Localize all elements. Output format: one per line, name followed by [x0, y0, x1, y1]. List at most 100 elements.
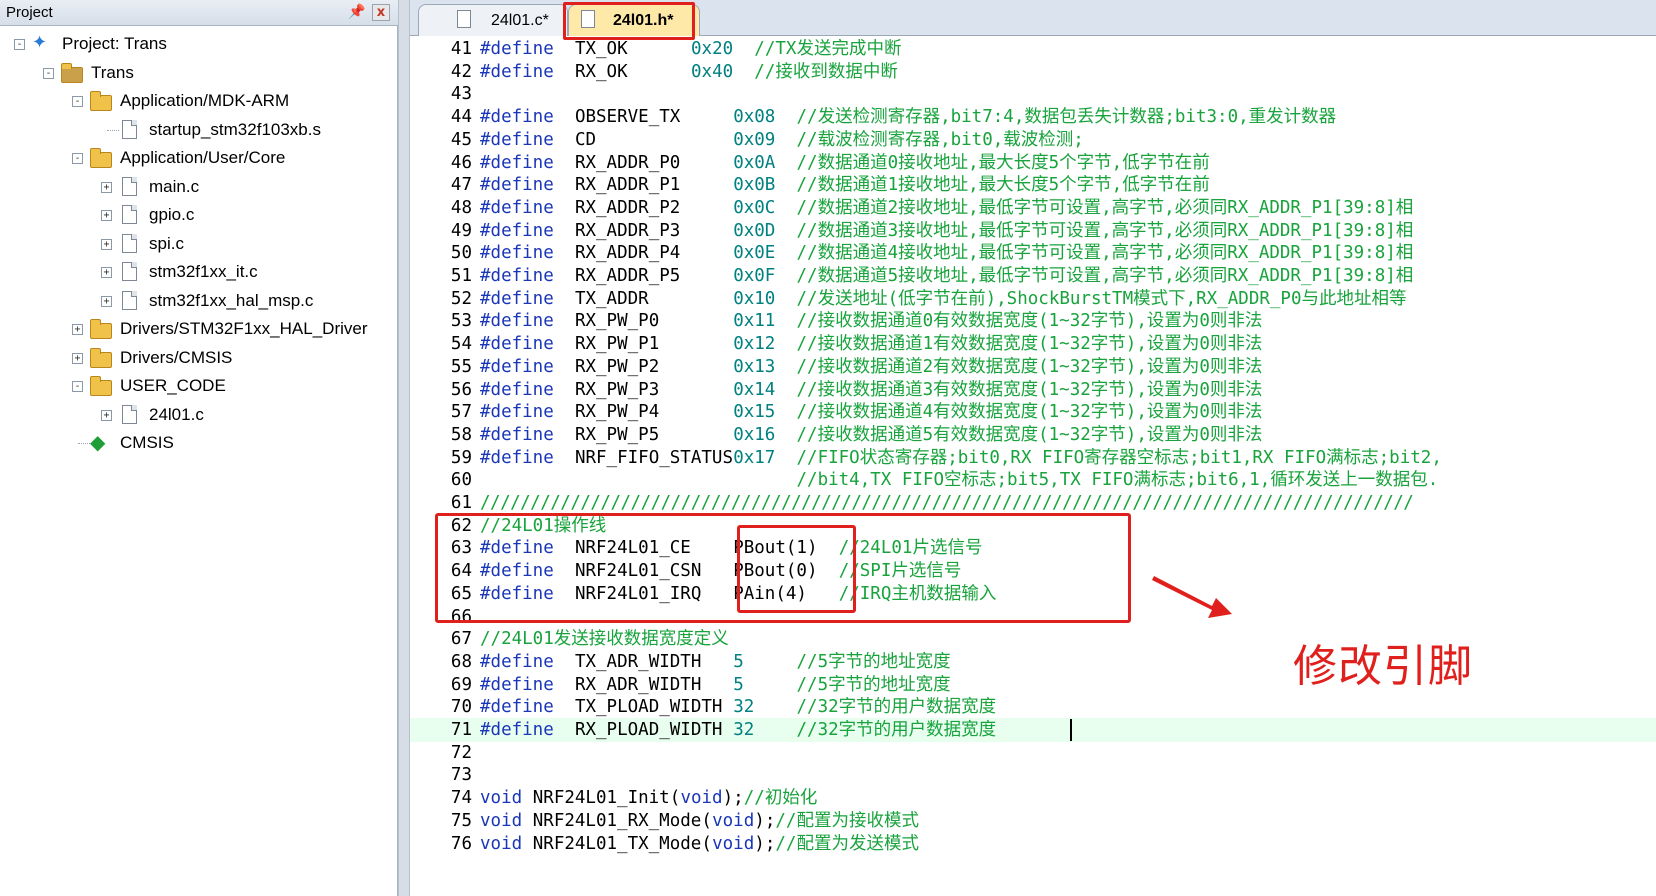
line-number: 45 [450, 129, 472, 150]
annotation-box-pin-values [737, 525, 856, 613]
code-token: RX_ADDR_P1 [574, 175, 681, 196]
collapse-toggle-icon[interactable]: - [43, 67, 54, 79]
tree-item[interactable]: - Application/MDK-ARM [0, 87, 398, 115]
expand-toggle-icon[interactable]: + [101, 181, 112, 193]
expand-toggle-icon[interactable]: + [101, 295, 112, 307]
code-line: 50 #define RX_ADDR_P4 0x0E //数据通道4接收地址,最低字节可… [410, 241, 1656, 265]
expand-toggle-icon[interactable]: + [72, 324, 83, 335]
tree-item[interactable]: + main.c [0, 173, 398, 201]
tree-item-label: stm32f1xx_it.c [149, 262, 258, 281]
tree-item[interactable]: + Drivers/CMSIS [0, 344, 398, 372]
code-token: #define [480, 447, 554, 468]
code-token: //接收数据通道5有效数据宽度(1~32字节),设置为0则非法 [796, 424, 1263, 445]
tree-item[interactable]: +24l01.c [0, 401, 398, 429]
code-token: RX_ADDR_P4 [574, 243, 681, 264]
code-token: 5 [733, 651, 744, 672]
code-line: 76 void NRF24L01_TX_Mode(void);//配置为发送模式 [410, 832, 1656, 856]
panel-splitter[interactable] [398, 0, 410, 896]
tree-item[interactable]: startup_stm32f103xb.s [0, 116, 398, 144]
collapse-toggle-icon[interactable]: - [72, 96, 83, 107]
tree-connector [107, 129, 119, 131]
folder-icon [90, 91, 112, 111]
code-line: 55 #define RX_PW_P2 0x13 //接收数据通道2有效数据宽度(1~3… [410, 355, 1656, 379]
code-token: RX_ADDR_P0 [574, 152, 681, 173]
line-number: 54 [450, 334, 472, 355]
tree-item[interactable]: + spi.c [0, 230, 398, 258]
code-line: 47 #define RX_ADDR_P1 0x0B //数据通道1接收地址,最大长度5… [410, 173, 1656, 197]
code-token: 0x10 [733, 288, 776, 309]
tree-item[interactable]: + stm32f1xx_it.c [0, 258, 398, 286]
line-number: 58 [450, 424, 472, 445]
code-token: //32字节的用户数据宽度 [796, 720, 997, 740]
code-token: //接收数据通道1有效数据宽度(1~32字节),设置为0则非法 [796, 334, 1263, 355]
code-token: //接收数据通道2有效数据宽度(1~32字节),设置为0则非法 [796, 356, 1263, 377]
tree-item[interactable]: - ✦ Project: Trans [0, 30, 398, 58]
code-token: RX_ADDR_P5 [574, 266, 681, 286]
line-number: 51 [450, 266, 472, 286]
code-line: 60 //bit4,TX FIFO空标志;bit5,TX FIFO满标志;bit6… [410, 468, 1656, 492]
code-token: //32字节的用户数据宽度 [796, 697, 997, 718]
code-token: #define [480, 39, 554, 59]
code-token: //接收数据通道3有效数据宽度(1~32字节),设置为0则非法 [796, 379, 1263, 400]
code-token: //发送地址(低字节在前),ShockBurstTM模式下,RX_ADDR_P0… [796, 288, 1407, 309]
expand-toggle-icon[interactable]: + [101, 267, 112, 278]
code-token: #define [480, 674, 554, 695]
code-token: TX_ADDR [574, 288, 649, 309]
expand-toggle-icon[interactable]: + [72, 352, 83, 364]
code-token: NRF_FIFO_STATUS [574, 447, 733, 468]
tree-item[interactable]: - Application/User/Core [0, 144, 398, 172]
tree-item-label: Application/MDK-ARM [120, 91, 290, 110]
code-token: 0x0F [733, 266, 776, 286]
code-token: #define [480, 129, 554, 150]
code-token: //配置为发送模式 [775, 833, 919, 854]
code-token: NRF24L01_RX_Mode( [532, 810, 712, 831]
code-line: 59 #define NRF_FIFO_STATUS 0x17 //FIFO状态寄存器;… [410, 446, 1656, 470]
collapse-toggle-icon[interactable]: - [72, 381, 83, 392]
code-token: #define [480, 379, 554, 400]
code-line: 45 #define CD 0x09 //载波检测寄存器,bit0,载波检测; [410, 128, 1656, 152]
cmsis-component-icon: ◆ [90, 432, 106, 454]
close-panel-button[interactable]: x [372, 4, 390, 21]
tree-item[interactable]: - Trans [0, 59, 398, 87]
collapse-toggle-icon[interactable]: - [72, 153, 83, 164]
tab-24l01-c[interactable]: 24l01.c* [418, 4, 568, 36]
code-editor[interactable]: 41 #define TX_OK 0x20 //TX发送完成中断 42 #define RX_… [410, 37, 1656, 896]
code-token: #define [480, 334, 554, 355]
code-token: //数据通道3接收地址,最低字节可设置,高字节,必须同RX_ADDR_P1[39… [796, 220, 1414, 241]
code-token: 0x11 [733, 311, 776, 332]
tree-item-label: Drivers/CMSIS [120, 347, 233, 367]
expand-toggle-icon[interactable]: + [101, 238, 112, 250]
expand-toggle-icon[interactable]: + [101, 210, 112, 221]
code-line: 44 #define OBSERVE_TX 0x08 //发送检测寄存器,bit7:4,… [410, 105, 1656, 129]
code-token: #define [480, 356, 554, 377]
line-number: 43 [450, 84, 472, 105]
code-token: //TX发送完成中断 [754, 39, 902, 59]
code-token: void [712, 810, 755, 831]
line-number: 47 [450, 175, 472, 196]
tree-item[interactable]: ◆ CMSIS [0, 429, 398, 457]
line-number: 46 [450, 152, 472, 173]
tree-item[interactable]: + Drivers/STM32F1xx_HAL_Driver [0, 315, 398, 343]
project-panel-title: Project [6, 4, 53, 21]
line-number: 72 [450, 742, 472, 763]
folder-icon [90, 347, 112, 368]
code-line: 71 #define RX_PLOAD_WIDTH 32 //32字节的用户数据宽度 [410, 718, 1656, 742]
tree-item[interactable]: + stm32f1xx_hal_msp.c [0, 287, 398, 315]
tree-item[interactable]: - USER_CODE [0, 372, 398, 400]
tree-item[interactable]: + gpio.c [0, 201, 398, 229]
code-token: CD [574, 129, 597, 150]
code-token: void [712, 833, 755, 854]
code-token: //数据通道2接收地址,最低字节可设置,高字节,必须同RX_ADDR_P1[39… [796, 197, 1414, 218]
collapse-toggle-icon[interactable]: - [14, 39, 25, 50]
expand-toggle-icon[interactable]: + [101, 409, 112, 421]
code-line: 43 [410, 82, 1656, 106]
code-token: RX_PW_P0 [574, 311, 660, 332]
code-line: 42 #define RX_OK 0x40 //接收到数据中断 [410, 60, 1656, 84]
code-token: //数据通道4接收地址,最低字节可设置,高字节,必须同RX_ADDR_P1[39… [796, 243, 1414, 264]
code-line: 41 #define TX_OK 0x20 //TX发送完成中断 [410, 37, 1656, 61]
code-token: TX_ADR_WIDTH [574, 651, 702, 672]
code-token: 0x13 [733, 356, 776, 377]
code-token: RX_PLOAD_WIDTH [574, 720, 723, 740]
line-number: 61 [450, 493, 472, 513]
pin-icon[interactable]: 📌 [348, 3, 366, 21]
